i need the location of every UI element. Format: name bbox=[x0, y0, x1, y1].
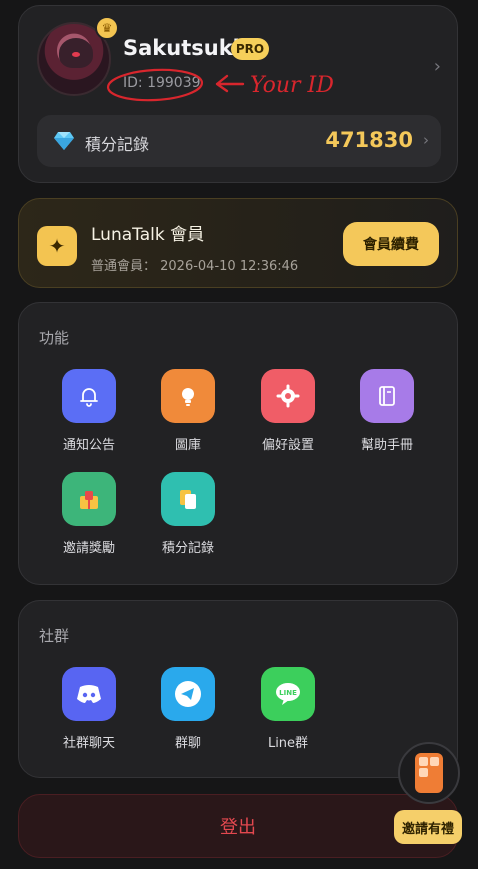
points-record-row[interactable]: 積分記錄 471830 › bbox=[37, 115, 441, 167]
points-label: 積分記錄 bbox=[85, 135, 150, 154]
feature-invite-rewards[interactable]: 邀請獎勵 bbox=[44, 472, 134, 556]
grid-label: 邀請獎勵 bbox=[62, 541, 115, 556]
feature-preferences[interactable]: 偏好設置 bbox=[243, 369, 333, 453]
community-chat[interactable]: 社群聊天 bbox=[44, 667, 134, 751]
sparkle-icon: ✦ bbox=[37, 226, 77, 266]
grid-label: 圖庫 bbox=[174, 438, 201, 453]
bulb-icon bbox=[161, 369, 215, 423]
telegram-icon bbox=[161, 667, 215, 721]
features-section: 功能 通知公告 圖庫 偏好設置 幫助手冊 邀請獎勵 積分記錄 bbox=[18, 302, 458, 585]
chevron-right-icon: › bbox=[423, 131, 429, 149]
pro-badge: PRO bbox=[231, 38, 269, 60]
feature-help-manual[interactable]: 幫助手冊 bbox=[342, 369, 432, 453]
grid-label: 社群聊天 bbox=[62, 736, 115, 751]
line-group[interactable]: LINE Line群 bbox=[243, 667, 333, 751]
diamond-icon bbox=[54, 132, 74, 150]
invite-label: 邀請有禮 bbox=[394, 810, 462, 844]
svg-text:LINE: LINE bbox=[279, 689, 297, 697]
cards-icon bbox=[161, 472, 215, 526]
chevron-right-icon: › bbox=[433, 56, 441, 77]
phone-gift-icon bbox=[398, 742, 460, 804]
gear-icon bbox=[261, 369, 315, 423]
grid-label: 通知公告 bbox=[62, 438, 115, 453]
id-annotation: Your ID bbox=[106, 68, 334, 102]
annotation-text: Your ID bbox=[250, 73, 334, 98]
line-icon: LINE bbox=[261, 667, 315, 721]
grid-label: Line群 bbox=[267, 736, 309, 751]
bell-icon bbox=[62, 369, 116, 423]
grid-label: 偏好設置 bbox=[261, 438, 314, 453]
crown-icon: ♛ bbox=[95, 16, 119, 40]
feature-notifications[interactable]: 通知公告 bbox=[44, 369, 134, 453]
section-title: 社群 bbox=[39, 627, 70, 645]
grid-label: 群聊 bbox=[174, 736, 201, 751]
discord-icon bbox=[62, 667, 116, 721]
grid-label: 積分記錄 bbox=[161, 541, 214, 556]
avatar[interactable]: ♛ bbox=[37, 16, 119, 96]
membership-title: LunaTalk 會員 bbox=[91, 225, 205, 245]
feature-gallery[interactable]: 圖庫 bbox=[143, 369, 233, 453]
section-title: 功能 bbox=[39, 329, 70, 347]
membership-expiry: 普通會員： 2026-04-10 12:36:46 bbox=[91, 259, 299, 274]
points-value: 471830 bbox=[325, 128, 413, 152]
renew-membership-button[interactable]: 會員續費 bbox=[343, 222, 439, 266]
grid-label: 幫助手冊 bbox=[360, 438, 413, 453]
gift-icon bbox=[62, 472, 116, 526]
book-icon bbox=[360, 369, 414, 423]
invite-floating-button[interactable]: 邀請有禮 bbox=[392, 742, 468, 852]
feature-points-record[interactable]: 積分記錄 bbox=[143, 472, 233, 556]
profile-card[interactable]: ♛ Sakutsuki PRO ID: 199039 Your ID › 積分記… bbox=[18, 5, 458, 183]
username: Sakutsuki bbox=[123, 36, 240, 60]
membership-card: ✦ LunaTalk 會員 普通會員： 2026-04-10 12:36:46 … bbox=[18, 198, 458, 288]
group-chat[interactable]: 群聊 bbox=[143, 667, 233, 751]
